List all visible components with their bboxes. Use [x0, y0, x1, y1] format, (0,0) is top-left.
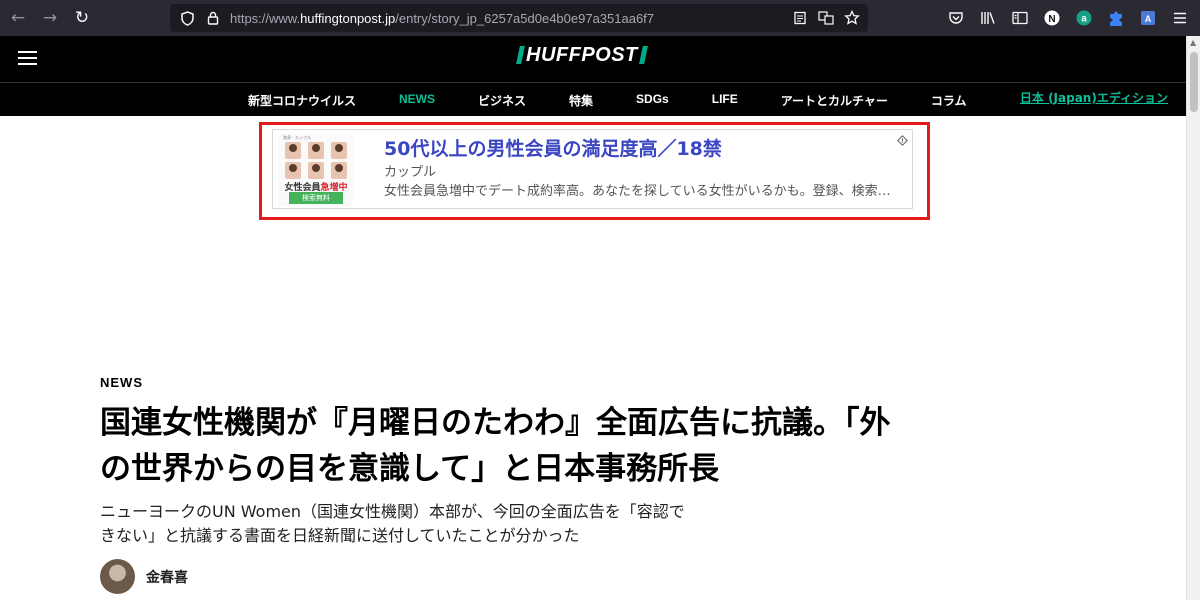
ad-subtitle: カップル — [384, 165, 437, 180]
nav-item-5[interactable]: LIFE — [712, 92, 738, 109]
extension-translate-icon[interactable]: A — [1136, 6, 1160, 30]
extension-puzzle-icon[interactable] — [1104, 6, 1128, 30]
ad-thumbnail[interactable]: 独身・カップル 女性会員急増中 検索無料 — [279, 134, 353, 206]
nav-list: 新型コロナウイルス NEWS ビジネス 特集 SDGs LIFE アートとカルチャー コラム — [248, 92, 967, 109]
ad-thumb-header: 独身・カップル — [283, 135, 311, 140]
scroll-thumb[interactable] — [1190, 52, 1198, 112]
nav-item-3[interactable]: 特集 — [569, 92, 593, 109]
pocket-icon[interactable] — [944, 6, 968, 30]
url-bar[interactable]: https://www.huffingtonpost.jp/entry/stor… — [170, 4, 868, 32]
author-name[interactable]: 金春喜 — [146, 567, 188, 587]
hamburger-menu-icon[interactable] — [18, 51, 37, 65]
svg-text:N: N — [1048, 14, 1055, 25]
shield-icon[interactable] — [178, 9, 196, 27]
scroll-up-arrow-icon[interactable]: ▲ — [1190, 38, 1196, 47]
author-avatar[interactable] — [100, 559, 135, 594]
translate-icon[interactable] — [816, 8, 836, 28]
byline: 金春喜 — [100, 559, 188, 594]
sidebar-icon[interactable] — [1008, 6, 1032, 30]
article-kicker[interactable]: NEWS — [100, 375, 143, 390]
library-icon[interactable] — [976, 6, 1000, 30]
edition-link[interactable]: 日本 (Japan)エディション — [1020, 89, 1168, 106]
nav-item-4[interactable]: SDGs — [636, 92, 669, 109]
svg-text:A: A — [1145, 14, 1152, 24]
site-header: HUFFPOST — [0, 36, 1186, 82]
back-icon[interactable]: ← — [4, 4, 32, 32]
nav-item-6[interactable]: アートとカルチャー — [781, 92, 888, 109]
ad-thumb-button[interactable]: 検索無料 — [289, 192, 343, 204]
forward-icon[interactable]: → — [36, 4, 64, 32]
lock-icon[interactable] — [204, 9, 222, 27]
article-dek: ニューヨークのUN Women（国連女性機関）本部が、今回の全面広告を「容認で … — [100, 502, 685, 545]
reader-view-icon[interactable] — [790, 8, 810, 28]
bookmark-star-icon[interactable] — [842, 8, 862, 28]
reload-icon[interactable]: ↻ — [68, 4, 96, 32]
ad-banner[interactable]: 独身・カップル 女性会員急増中 検索無料 50代以上の男性会員の満足度高／18禁… — [272, 129, 913, 209]
nav-item-7[interactable]: コラム — [931, 92, 967, 109]
svg-text:a: a — [1081, 14, 1087, 25]
nav-item-1[interactable]: NEWS — [399, 92, 435, 109]
nav-item-2[interactable]: ビジネス — [478, 92, 526, 109]
huffpost-logo[interactable]: HUFFPOST — [516, 44, 648, 66]
article-headline: 国連女性機関が『月曜日のたわわ』全面広告に抗議。「外 の世界からの目を意識して」… — [100, 405, 891, 487]
ad-info-icon[interactable] — [897, 131, 908, 146]
url-text[interactable]: https://www.huffingtonpost.jp/entry/stor… — [230, 11, 654, 26]
ad-title[interactable]: 50代以上の男性会員の満足度高／18禁 — [384, 134, 722, 161]
page-scrollbar[interactable]: ▲ — [1186, 36, 1200, 600]
extension-a-icon[interactable]: a — [1072, 6, 1096, 30]
nav-item-0[interactable]: 新型コロナウイルス — [248, 92, 356, 109]
menu-icon[interactable] — [1168, 6, 1192, 30]
ad-description: 女性会員急増中でデート成約率高。あなたを探している女性がいるかも。登録、検索… — [384, 184, 891, 199]
browser-toolbar: ← → ↻ https://www.huffingtonpost.jp/entr… — [0, 0, 1200, 36]
site-nav: 新型コロナウイルス NEWS ビジネス 特集 SDGs LIFE アートとカルチャー コラム … — [0, 82, 1186, 116]
extension-n-icon[interactable]: N — [1040, 6, 1064, 30]
